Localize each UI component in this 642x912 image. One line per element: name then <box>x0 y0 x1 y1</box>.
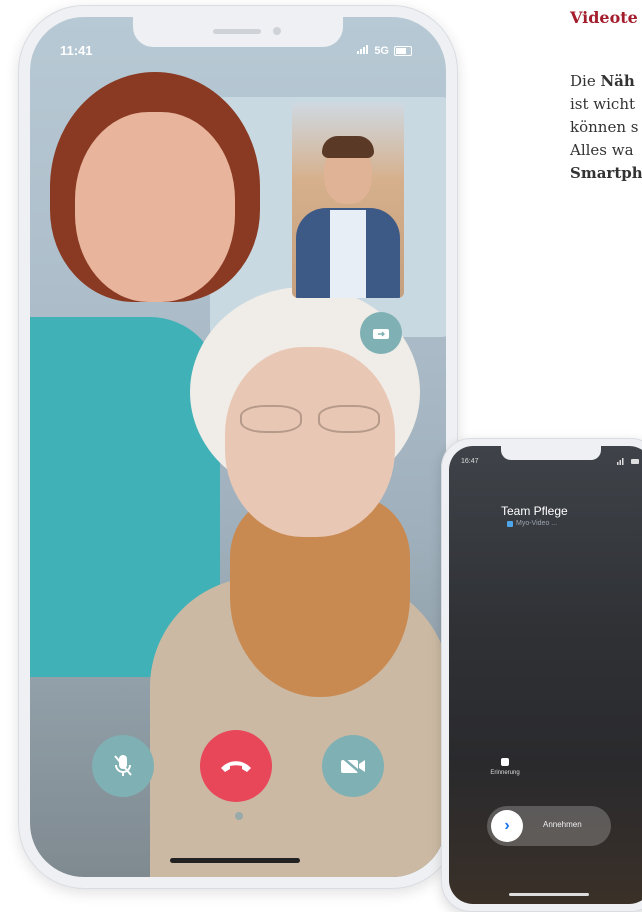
signal-icon <box>357 45 369 57</box>
reminder-label: Erinnerung <box>490 770 520 776</box>
chevron-right-icon[interactable]: › <box>491 810 523 842</box>
phone-hangup-icon <box>221 761 251 772</box>
slider-label: Annehmen <box>543 820 582 829</box>
para-line5-bold: Smartph <box>570 164 642 182</box>
status-indicators: 5G <box>357 45 412 57</box>
hangup-button[interactable] <box>200 730 272 802</box>
para-line1-bold: Näh <box>600 72 635 90</box>
app-badge-icon <box>507 520 513 527</box>
para-line2: ist wicht <box>570 95 636 113</box>
para-line3: können s <box>570 118 639 136</box>
accept-slider[interactable]: › Annehmen <box>487 806 611 846</box>
elder-glasses <box>240 405 380 433</box>
para-line1-prefix: Die <box>570 72 601 90</box>
reminder-button[interactable]: Erinnerung <box>487 758 523 776</box>
phone-incoming-call: 16:47 Team Pflege Myo-Video ... Erinneru… <box>441 438 642 912</box>
caller-subtitle: Myo-Video ... <box>507 520 557 527</box>
home-indicator-small <box>509 893 589 896</box>
battery-icon <box>394 46 412 56</box>
alarm-icon <box>501 758 509 766</box>
caller-name: Team Pflege <box>501 504 568 518</box>
video-off-button[interactable] <box>322 735 384 797</box>
status-time-small: 16:47 <box>461 458 479 465</box>
elder-face <box>225 347 395 537</box>
phone-notch-small <box>501 446 601 460</box>
para-line4: Alles wa <box>570 141 634 159</box>
phone-notch <box>133 17 343 47</box>
caregiver-face <box>75 112 235 302</box>
section-headline: Videote <box>570 8 638 27</box>
home-indicator <box>170 858 300 863</box>
switch-camera-button[interactable] <box>360 312 402 354</box>
video-call-screen: 11:41 5G <box>30 17 446 877</box>
incoming-call-screen: 16:47 Team Pflege Myo-Video ... Erinneru… <box>449 446 642 904</box>
self-view-pip[interactable] <box>292 102 404 298</box>
status-time: 11:41 <box>60 43 93 58</box>
status-indicators-small <box>617 458 639 467</box>
network-label: 5G <box>374 45 389 57</box>
intro-paragraph: Die Näh ist wicht können s Alles wa Smar… <box>570 70 642 185</box>
video-off-icon <box>341 756 365 776</box>
page-indicator <box>235 812 243 820</box>
mic-off-icon <box>114 755 132 776</box>
phone-video-call: 11:41 5G <box>18 5 458 889</box>
mute-button[interactable] <box>92 735 154 797</box>
switch-camera-icon <box>373 329 389 339</box>
